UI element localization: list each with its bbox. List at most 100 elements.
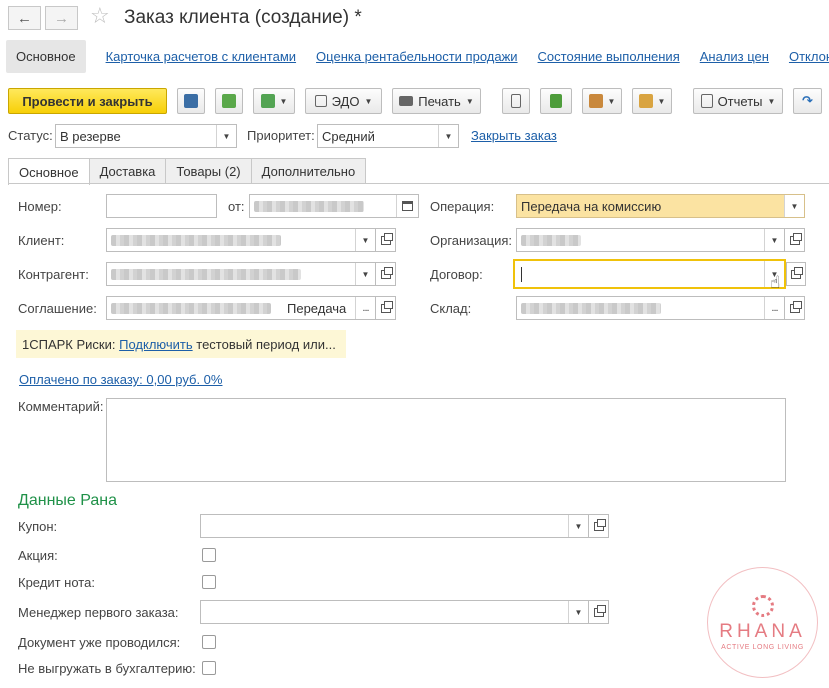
warehouse-open-button[interactable] (785, 296, 805, 320)
more-button[interactable]: ↷ (793, 88, 822, 114)
spark-prefix: 1СПАРК Риски: (22, 336, 116, 352)
close-order-link[interactable]: Закрыть заказ (471, 128, 557, 143)
nav-link-price-analysis[interactable]: Анализ цен (700, 49, 769, 64)
list-icon (511, 94, 521, 108)
floppy-icon (184, 94, 198, 108)
open-icon (380, 232, 393, 245)
tab-goods[interactable]: Товары (2) (165, 158, 252, 184)
select-button[interactable]: ... (355, 297, 375, 319)
post-and-close-button[interactable]: Провести и закрыть (8, 88, 167, 114)
chevron-down-icon: ▼ (607, 96, 616, 106)
edo-button[interactable]: ЭДО ▼ (305, 88, 382, 114)
warehouse-input[interactable]: ... (516, 296, 785, 320)
reports-button[interactable]: Отчеты ▼ (693, 88, 783, 114)
save-button[interactable] (177, 88, 205, 114)
tab-delivery[interactable]: Доставка (88, 158, 167, 184)
open-icon (789, 232, 802, 245)
agreement-suffix: Передача (287, 300, 347, 316)
tab-additional[interactable]: Дополнительно (250, 158, 367, 184)
calendar-button[interactable] (396, 195, 418, 217)
promo-checkbox[interactable] (202, 548, 216, 562)
pencil-icon (550, 94, 562, 108)
number-input[interactable] (106, 194, 217, 218)
select-button[interactable]: ... (764, 297, 784, 319)
edit-button[interactable] (540, 88, 572, 114)
create-based-on-button[interactable]: ▼ (253, 88, 295, 114)
organization-open-button[interactable] (785, 228, 805, 252)
chevron-down-icon[interactable]: ▼ (216, 125, 236, 147)
arrow-right-icon: → (54, 9, 69, 27)
chevron-down-icon[interactable]: ▼ (784, 195, 804, 217)
print-button[interactable]: Печать ▼ (392, 88, 481, 114)
comment-textarea[interactable] (106, 398, 786, 482)
agreement-input[interactable]: Передача ... (106, 296, 376, 320)
open-icon (791, 266, 803, 279)
list-button[interactable] (502, 88, 530, 114)
credit-note-checkbox[interactable] (202, 575, 216, 589)
first-order-manager-label: Менеджер первого заказа: (18, 605, 179, 620)
already-posted-checkbox[interactable] (202, 635, 216, 649)
nav-link-deviations[interactable]: Отклонени (789, 49, 829, 64)
chevron-down-icon[interactable]: ▼ (764, 229, 784, 251)
client-open-button[interactable] (376, 228, 396, 252)
paid-link[interactable]: Оплачено по заказу: 0,00 руб. 0% (19, 372, 222, 387)
form-tabs: Основное Доставка Товары (2) Дополнитель… (8, 158, 367, 185)
rhana-logo: RHANA ACTIVE LONG LIVING (707, 567, 818, 678)
nav-link-execution-state[interactable]: Состояние выполнения (538, 49, 680, 64)
chevron-down-icon: ▼ (279, 96, 288, 106)
client-value-redacted (111, 234, 281, 246)
chevron-down-icon[interactable]: ▼ (568, 515, 588, 537)
coupon-open-button[interactable] (589, 514, 609, 538)
agreement-label: Соглашение: (18, 301, 97, 316)
no-export-checkbox[interactable] (202, 661, 216, 675)
chevron-down-icon[interactable]: ▼ (355, 229, 375, 251)
first-order-manager-open-button[interactable] (589, 600, 609, 624)
users-button[interactable]: ▼ (582, 88, 622, 114)
credit-note-label: Кредит нота: (18, 575, 95, 590)
contract-label: Договор: (430, 267, 483, 282)
chevron-down-icon[interactable]: ▼ (355, 263, 375, 285)
counterparty-input[interactable]: ▼ (106, 262, 376, 286)
client-input[interactable]: ▼ (106, 228, 376, 252)
nav-link-profitability[interactable]: Оценка рентабельности продажи (316, 49, 518, 64)
tasks-button[interactable]: ▼ (632, 88, 672, 114)
priority-value: Средний (322, 128, 375, 144)
agreement-open-button[interactable] (376, 296, 396, 320)
organization-input[interactable]: ▼ (516, 228, 785, 252)
status-select[interactable]: В резерве ▼ (55, 124, 237, 148)
priority-select[interactable]: Средний ▼ (317, 124, 459, 148)
logo-tagline: ACTIVE LONG LIVING (721, 643, 804, 651)
back-button[interactable]: ← (8, 6, 41, 30)
client-label: Клиент: (18, 233, 65, 248)
warehouse-label: Склад: (430, 301, 472, 316)
open-icon (593, 518, 606, 531)
print-label: Печать (418, 93, 461, 109)
counterparty-value-redacted (111, 268, 301, 280)
operation-value: Передача на комиссию (521, 198, 662, 214)
date-value-redacted (254, 200, 364, 212)
post-button[interactable] (215, 88, 243, 114)
chevron-down-icon: ▼ (465, 96, 474, 106)
flower-icon (751, 594, 774, 617)
calendar-icon (402, 201, 413, 211)
date-input[interactable] (249, 194, 419, 218)
chevron-down-icon: ▼ (657, 96, 666, 106)
contract-open-button[interactable] (786, 262, 806, 286)
star-icon[interactable]: ☆ (90, 3, 110, 29)
nav-link-client-settlements[interactable]: Карточка расчетов с клиентами (106, 49, 296, 64)
edo-label: ЭДО (331, 93, 360, 109)
chevron-down-icon[interactable]: ▼ (568, 601, 588, 623)
first-order-manager-select[interactable]: ▼ (200, 600, 589, 624)
counterparty-open-button[interactable] (376, 262, 396, 286)
nav-link-main[interactable]: Основное (6, 40, 86, 73)
section-title-rana: Данные Рана (18, 492, 118, 509)
contract-input[interactable]: ▼ (513, 259, 786, 289)
coupon-select[interactable]: ▼ (200, 514, 589, 538)
status-value: В резерве (60, 128, 121, 144)
forward-button[interactable]: → (45, 6, 78, 30)
spark-connect-link[interactable]: Подключить (119, 337, 193, 352)
operation-select[interactable]: Передача на комиссию ▼ (516, 194, 805, 218)
tab-main[interactable]: Основное (8, 158, 90, 185)
chevron-down-icon[interactable]: ▼ (438, 125, 458, 147)
post-doc-icon (222, 94, 236, 108)
